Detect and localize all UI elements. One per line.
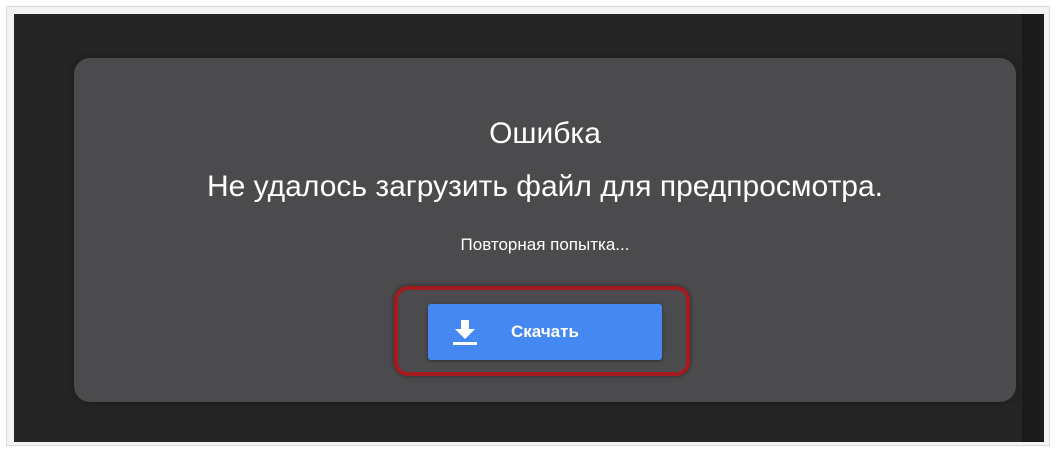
file-preview-viewer: Ошибка Не удалось загрузить файл для пре… [14, 14, 1044, 442]
error-message: Не удалось загрузить файл для предпросмо… [206, 170, 884, 203]
download-button-label: Скачать [511, 322, 579, 341]
viewer-edge [1022, 14, 1044, 442]
retry-status: Повторная попытка... [460, 235, 630, 254]
download-button[interactable]: Скачать [428, 304, 662, 360]
download-icon [453, 320, 477, 345]
error-card: Ошибка Не удалось загрузить файл для пре… [74, 58, 1016, 402]
error-title: Ошибка [489, 117, 601, 150]
